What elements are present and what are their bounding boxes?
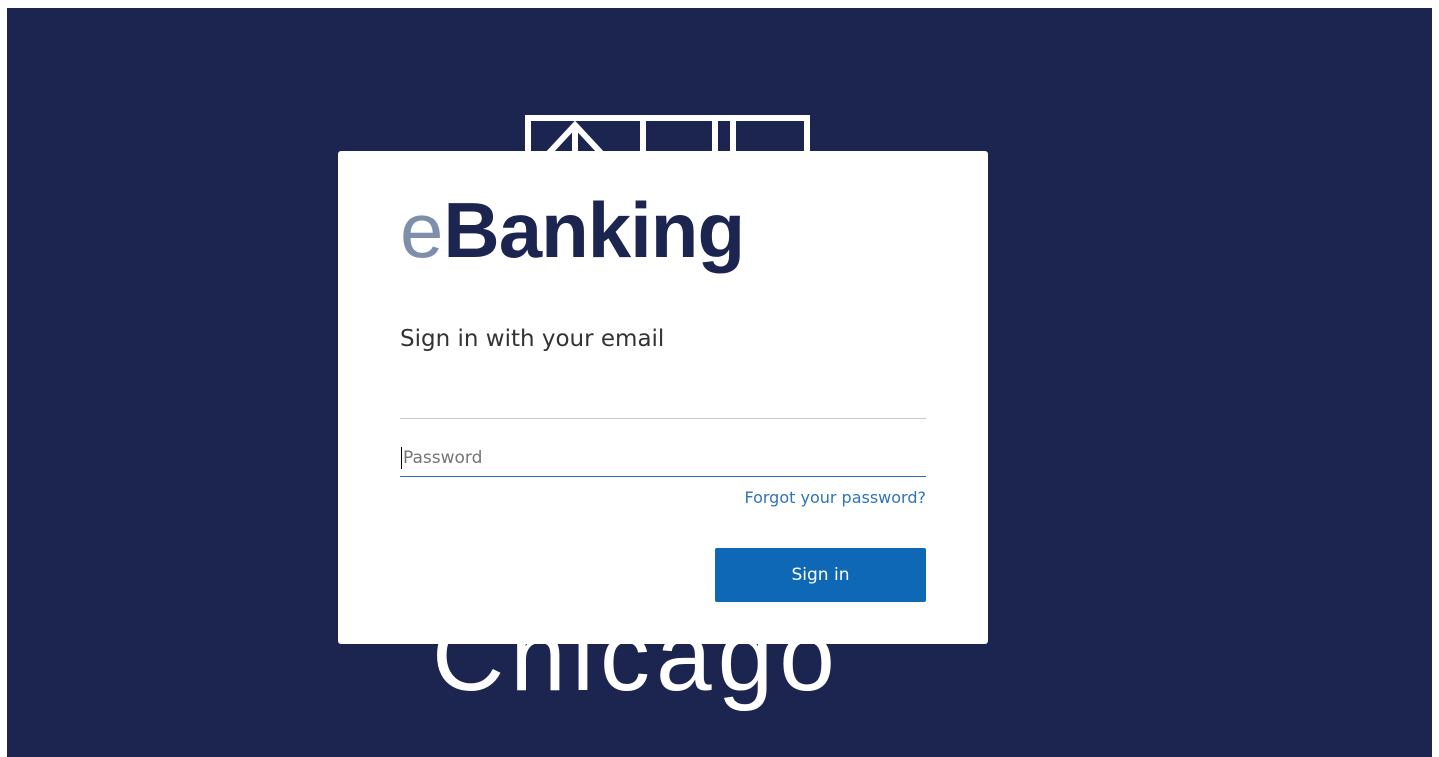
password-field[interactable] [400, 440, 926, 477]
logo-main-text: Banking [443, 186, 745, 274]
ebanking-logo: eBanking [400, 185, 745, 275]
sign-in-heading: Sign in with your email [400, 326, 665, 352]
sign-in-card: eBanking Sign in with your email Forgot … [338, 151, 988, 644]
sign-in-button[interactable]: Sign in [715, 548, 926, 602]
email-field[interactable] [400, 383, 926, 419]
page-frame: Chicago eBanking Sign in with your email… [0, 0, 1439, 757]
logo-prefix: e [400, 186, 444, 274]
text-caret [401, 447, 402, 469]
forgot-password-link[interactable]: Forgot your password? [744, 488, 926, 507]
